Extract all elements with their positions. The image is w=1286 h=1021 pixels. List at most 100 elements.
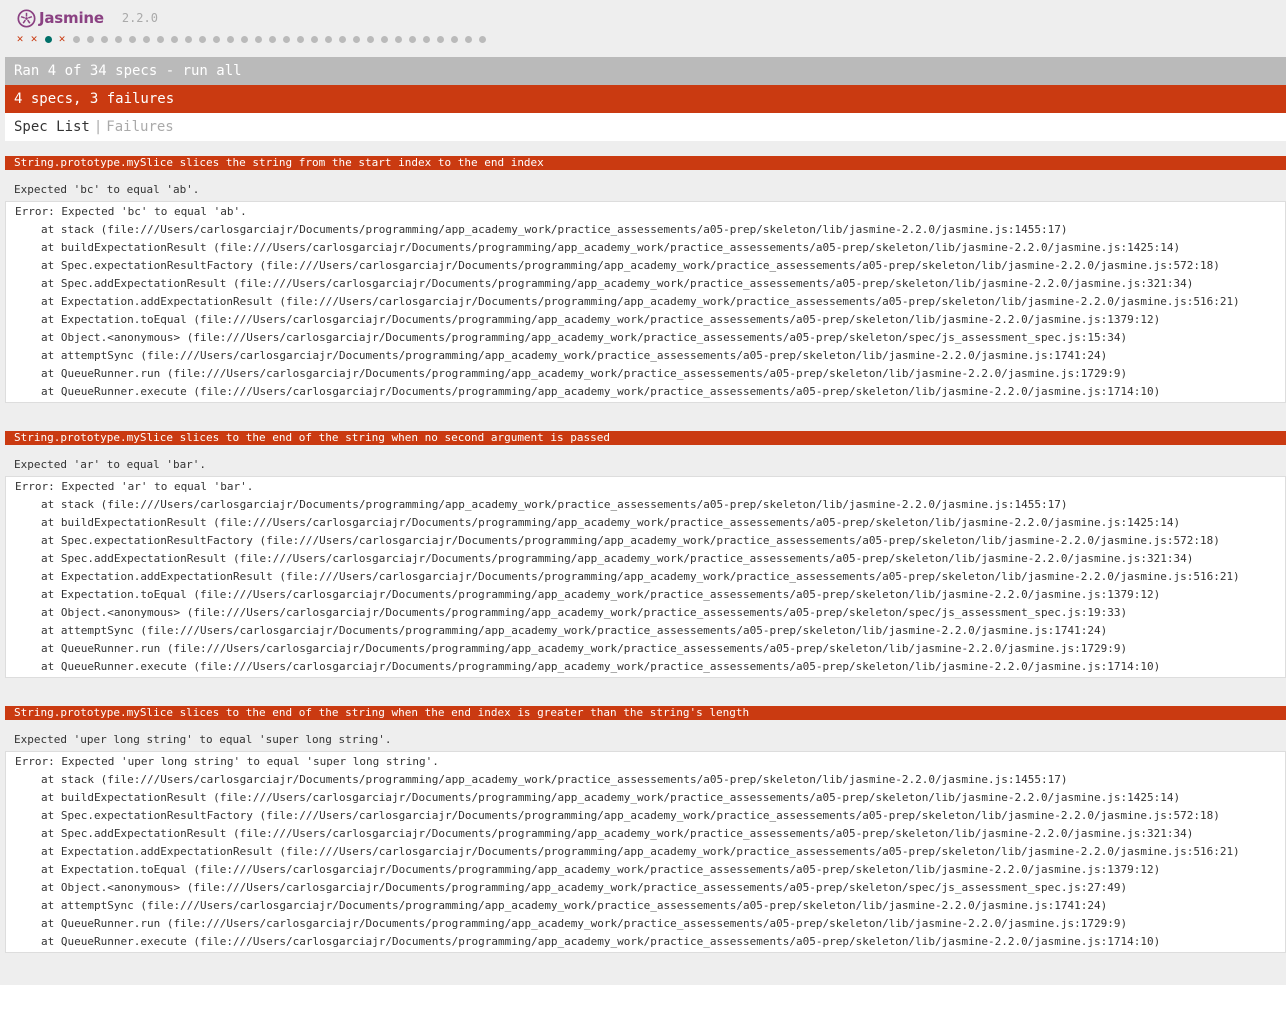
stack-frame: at QueueRunner.execute (file:///Users/ca… bbox=[41, 935, 1161, 948]
stack-frame: at Spec.expectationResultFactory (file:/… bbox=[41, 259, 1220, 272]
run-status-bar: Ran 4 of 34 specs - run all bbox=[5, 57, 1286, 85]
spec-symbol-pending[interactable] bbox=[391, 32, 405, 46]
stack-frame: at buildExpectationResult (file:///Users… bbox=[41, 241, 1181, 254]
spec-description-link[interactable]: String.prototype.mySlice slices to the e… bbox=[5, 706, 1286, 720]
stack-frame: at Spec.addExpectationResult (file:///Us… bbox=[41, 827, 1194, 840]
stack-frame: at buildExpectationResult (file:///Users… bbox=[41, 516, 1181, 529]
spec-symbol-pending[interactable] bbox=[265, 32, 279, 46]
pending-dot-icon bbox=[142, 35, 150, 43]
pending-dot-icon bbox=[380, 35, 388, 43]
stack-frame: at Object.<anonymous> (file:///Users/car… bbox=[41, 606, 1128, 619]
stack-frame: at QueueRunner.execute (file:///Users/ca… bbox=[41, 385, 1161, 398]
pending-dot-icon bbox=[100, 35, 108, 43]
spec-symbol-pending[interactable] bbox=[167, 32, 181, 46]
spec-symbol-pending[interactable] bbox=[335, 32, 349, 46]
run-all-link[interactable]: Ran 4 of 34 specs - run all bbox=[14, 63, 242, 79]
spec-symbol-pending[interactable] bbox=[377, 32, 391, 46]
pending-dot-icon bbox=[422, 35, 430, 43]
summary-bar: 4 specs, 3 failures bbox=[5, 85, 1286, 113]
stack-frame: at Expectation.toEqual (file:///Users/ca… bbox=[41, 588, 1161, 601]
pending-dot-icon bbox=[338, 35, 346, 43]
stack-frame: at Spec.expectationResultFactory (file:/… bbox=[41, 809, 1220, 822]
pending-dot-icon bbox=[86, 35, 94, 43]
spec-symbol-pending[interactable] bbox=[125, 32, 139, 46]
spec-symbol-passed[interactable] bbox=[41, 32, 55, 46]
spec-symbol-failed[interactable]: ✕ bbox=[13, 32, 27, 46]
failure-spec: String.prototype.mySlice slices to the e… bbox=[5, 706, 1286, 953]
stack-frame: at Spec.expectationResultFactory (file:/… bbox=[41, 534, 1220, 547]
stack-frame: at QueueRunner.run (file:///Users/carlos… bbox=[41, 642, 1128, 655]
spec-symbol-pending[interactable] bbox=[475, 32, 489, 46]
failure-spec: String.prototype.mySlice slices to the e… bbox=[5, 431, 1286, 678]
stack-frame: at stack (file:///Users/carlosgarciajr/D… bbox=[41, 773, 1068, 786]
stack-frame: at buildExpectationResult (file:///Users… bbox=[41, 791, 1181, 804]
pending-dot-icon bbox=[254, 35, 262, 43]
spec-symbol-pending[interactable] bbox=[139, 32, 153, 46]
spec-symbol-pending[interactable] bbox=[251, 32, 265, 46]
spec-symbol-pending[interactable] bbox=[223, 32, 237, 46]
spec-symbol-pending[interactable] bbox=[69, 32, 83, 46]
results-menu: Spec List | Failures bbox=[5, 113, 1286, 141]
spec-description-link[interactable]: String.prototype.mySlice slices the stri… bbox=[5, 156, 1286, 170]
stack-frame: at QueueRunner.run (file:///Users/carlos… bbox=[41, 367, 1128, 380]
spec-symbol-pending[interactable] bbox=[153, 32, 167, 46]
stack-frame: at QueueRunner.execute (file:///Users/ca… bbox=[41, 660, 1161, 673]
spec-description-link[interactable]: String.prototype.mySlice slices to the e… bbox=[5, 431, 1286, 445]
spec-symbol-pending[interactable] bbox=[209, 32, 223, 46]
stack-frame: at Spec.addExpectationResult (file:///Us… bbox=[41, 552, 1194, 565]
pending-dot-icon bbox=[240, 35, 248, 43]
spec-symbol-failed[interactable]: ✕ bbox=[55, 32, 69, 46]
pending-dot-icon bbox=[310, 35, 318, 43]
stack-frame: at Object.<anonymous> (file:///Users/car… bbox=[41, 331, 1128, 344]
spec-symbol-pending[interactable] bbox=[433, 32, 447, 46]
pending-dot-icon bbox=[212, 35, 220, 43]
symbol-summary: ✕ ✕ ✕ bbox=[13, 32, 489, 46]
spec-symbol-pending[interactable] bbox=[181, 32, 195, 46]
pending-dot-icon bbox=[226, 35, 234, 43]
pending-dot-icon bbox=[156, 35, 164, 43]
spec-symbol-pending[interactable] bbox=[111, 32, 125, 46]
summary-label: 4 specs, 3 failures bbox=[14, 91, 175, 107]
stack-error-line: Error: Expected 'bc' to equal 'ab'. bbox=[15, 205, 247, 218]
spec-symbol-pending[interactable] bbox=[461, 32, 475, 46]
spec-symbol-pending[interactable] bbox=[83, 32, 97, 46]
stack-frame: at stack (file:///Users/carlosgarciajr/D… bbox=[41, 223, 1068, 236]
spec-symbol-pending[interactable] bbox=[307, 32, 321, 46]
spec-symbol-pending[interactable] bbox=[237, 32, 251, 46]
spec-symbol-pending[interactable] bbox=[195, 32, 209, 46]
app-title[interactable]: Jasmine bbox=[39, 9, 104, 27]
spec-symbol-pending[interactable] bbox=[419, 32, 433, 46]
stack-frame: at Object.<anonymous> (file:///Users/car… bbox=[41, 881, 1128, 894]
spec-symbol-pending[interactable] bbox=[363, 32, 377, 46]
pending-dot-icon bbox=[114, 35, 122, 43]
stack-frame: at Expectation.addExpectationResult (fil… bbox=[41, 570, 1240, 583]
pending-dot-icon bbox=[184, 35, 192, 43]
spec-symbol-pending[interactable] bbox=[349, 32, 363, 46]
spec-symbol-pending[interactable] bbox=[97, 32, 111, 46]
spec-symbol-pending[interactable] bbox=[405, 32, 419, 46]
jasmine-reporter: Jasmine 2.2.0 ✕ ✕ ✕ Ran 4 of 34 specs - ru… bbox=[0, 0, 1286, 985]
spec-list-link[interactable]: Spec List bbox=[14, 119, 90, 135]
failures-link[interactable]: Failures bbox=[106, 119, 173, 135]
pending-dot-icon bbox=[478, 35, 486, 43]
spec-symbol-pending[interactable] bbox=[447, 32, 461, 46]
pending-dot-icon bbox=[170, 35, 178, 43]
spec-symbol-pending[interactable] bbox=[321, 32, 335, 46]
pending-dot-icon bbox=[394, 35, 402, 43]
result-message: Expected 'ar' to equal 'bar'. bbox=[14, 458, 207, 471]
stack-frame: at Expectation.toEqual (file:///Users/ca… bbox=[41, 863, 1161, 876]
stack-frame: at QueueRunner.run (file:///Users/carlos… bbox=[41, 917, 1128, 930]
stack-trace: Error: Expected 'uper long string' to eq… bbox=[5, 751, 1286, 953]
pending-dot-icon bbox=[408, 35, 416, 43]
version-label: 2.2.0 bbox=[121, 11, 158, 25]
stack-trace: Error: Expected 'ar' to equal 'bar'. at s… bbox=[5, 476, 1286, 678]
stack-frame: at Expectation.addExpectationResult (fil… bbox=[41, 295, 1240, 308]
spec-symbol-failed[interactable]: ✕ bbox=[27, 32, 41, 46]
result-message: Expected 'uper long string' to equal 'su… bbox=[14, 733, 392, 746]
stack-error-line: Error: Expected 'ar' to equal 'bar'. bbox=[15, 480, 254, 493]
spec-symbol-pending[interactable] bbox=[293, 32, 307, 46]
banner: Jasmine 2.2.0 bbox=[17, 7, 158, 29]
pending-dot-icon bbox=[450, 35, 458, 43]
stack-frame: at attemptSync (file:///Users/carlosgarc… bbox=[41, 624, 1108, 637]
spec-symbol-pending[interactable] bbox=[279, 32, 293, 46]
